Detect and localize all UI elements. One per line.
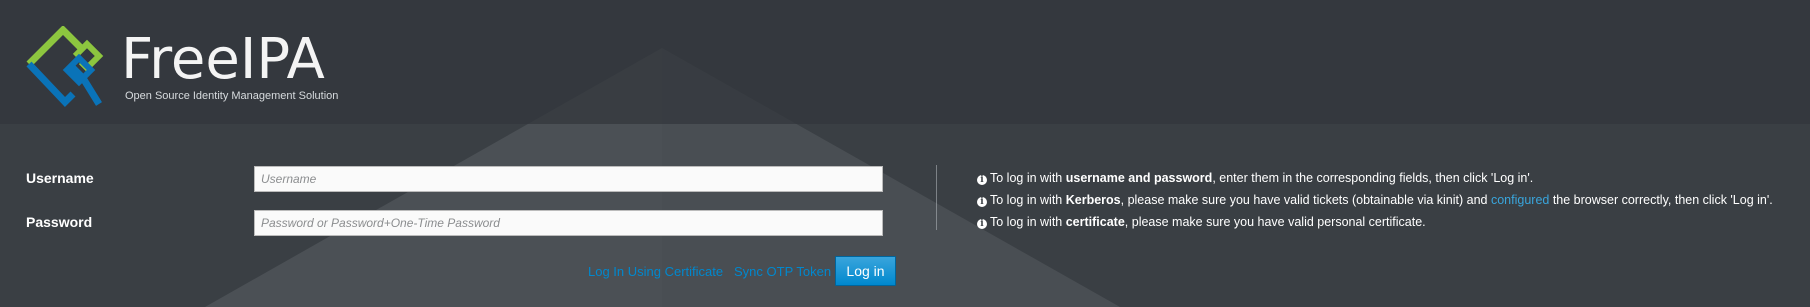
login-help: i To log in with username and password, e… — [977, 167, 1773, 233]
username-label: Username — [26, 170, 94, 186]
info-circle-icon: i — [977, 219, 987, 229]
help-line-password: i To log in with username and password, e… — [977, 167, 1773, 189]
brand-logo: FreeIPA Open Source Identity Management … — [25, 26, 345, 110]
form-divider — [936, 165, 937, 230]
username-row: Username — [26, 166, 896, 192]
username-input[interactable] — [254, 166, 883, 192]
login-header: FreeIPA Open Source Identity Management … — [0, 0, 1810, 124]
sync-otp-token-link[interactable]: Sync OTP Token — [734, 264, 831, 279]
login-button[interactable]: Log in — [835, 256, 896, 286]
freeipa-logo-icon — [26, 26, 104, 108]
password-input[interactable] — [254, 210, 883, 236]
info-circle-icon: i — [977, 197, 987, 207]
brand-tagline: Open Source Identity Management Solution — [125, 90, 339, 102]
login-using-certificate-link[interactable]: Log In Using Certificate — [588, 264, 723, 279]
login-actions: Log In Using Certificate Sync OTP Token … — [588, 256, 896, 288]
help-line-certificate: i To log in with certificate, please make… — [977, 211, 1773, 233]
info-circle-icon: i — [977, 175, 987, 185]
configured-link[interactable]: configured — [1491, 193, 1549, 207]
password-row: Password — [26, 210, 896, 236]
password-label: Password — [26, 214, 93, 230]
brand-name: FreeIPA — [121, 27, 325, 92]
help-line-kerberos: i To log in with Kerberos, please make su… — [977, 189, 1773, 211]
